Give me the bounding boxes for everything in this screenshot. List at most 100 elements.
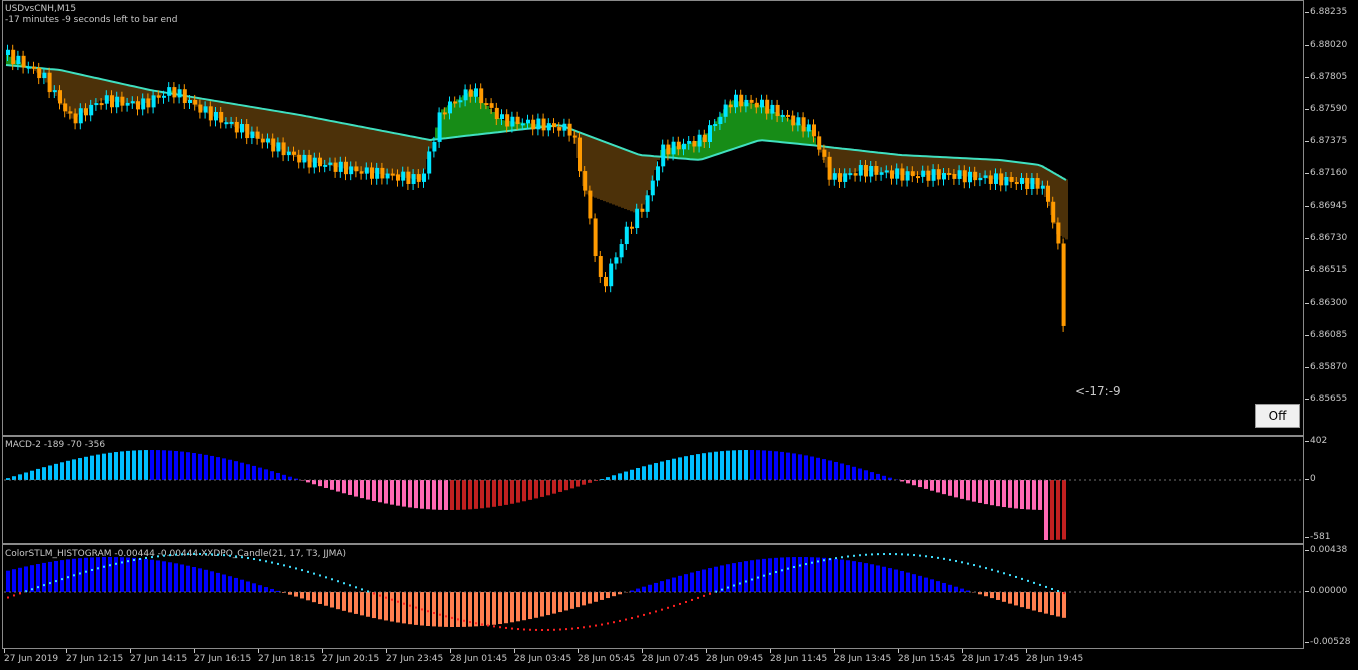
macd-bar xyxy=(270,471,274,480)
ribbon-band xyxy=(300,115,303,160)
candle-body xyxy=(349,166,354,175)
stlm-bar xyxy=(78,558,82,592)
candle-body xyxy=(734,94,738,108)
macd-bar xyxy=(1014,480,1018,509)
ribbon-band xyxy=(639,154,642,209)
stlm-signal-dot xyxy=(283,564,285,567)
stlm-signal-dot xyxy=(643,613,645,616)
candle-body xyxy=(396,174,400,181)
stlm-signal-dot xyxy=(97,567,99,570)
stlm-bar xyxy=(960,588,964,592)
ribbon-band xyxy=(87,76,90,109)
stlm-signal-dot xyxy=(325,576,327,579)
stlm-bar xyxy=(264,587,268,592)
stlm-bar xyxy=(552,592,556,614)
macd-bar xyxy=(528,480,532,500)
stlm-signal-dot xyxy=(253,558,255,561)
ribbon-band xyxy=(618,146,621,207)
ribbon-band xyxy=(423,138,426,170)
macd-bar xyxy=(702,453,706,480)
candle-body xyxy=(697,134,702,147)
off-button[interactable]: Off xyxy=(1255,404,1300,428)
stlm-signal-dot xyxy=(157,555,159,558)
stlm-bar xyxy=(348,592,352,613)
ribbon-band xyxy=(342,123,345,169)
stlm-bar xyxy=(984,592,988,597)
candle-body xyxy=(422,173,426,182)
stlm-bar xyxy=(168,562,172,592)
candle-body xyxy=(645,195,650,212)
stlm-signal-dot xyxy=(547,628,549,631)
stlm-signal-dot xyxy=(1051,587,1053,590)
macd-bar xyxy=(924,480,928,489)
stlm-signal-dot xyxy=(223,554,225,557)
stlm-bar xyxy=(336,592,340,610)
stlm-signal-dot xyxy=(817,560,819,563)
macd-tick: 402 xyxy=(1304,436,1328,446)
stlm-bar xyxy=(870,564,874,592)
stlm-signal-dot xyxy=(73,574,75,577)
candle-body xyxy=(146,98,151,108)
stlm-bar xyxy=(1002,592,1006,602)
stlm-bar xyxy=(990,592,994,599)
stlm-bar xyxy=(60,560,64,592)
candle-body xyxy=(604,276,608,287)
ribbon-band xyxy=(852,149,855,173)
stlm-bar xyxy=(180,564,184,592)
stlm-signal-dot xyxy=(1021,577,1023,580)
ribbon-band xyxy=(648,155,651,190)
candle-body xyxy=(42,72,47,79)
candle-body xyxy=(219,111,224,123)
stlm-bar xyxy=(948,584,952,592)
macd-bar xyxy=(756,450,760,480)
stlm-bar xyxy=(42,562,46,592)
stlm-signal-dot xyxy=(85,570,87,573)
macd-bar xyxy=(150,450,154,480)
stlm-bar xyxy=(318,592,322,604)
macd-bar xyxy=(258,467,262,480)
stlm-signal-dot xyxy=(445,615,447,618)
stlm-bar xyxy=(156,560,160,592)
stlm-signal-dot xyxy=(577,627,579,630)
macd-bar xyxy=(498,480,502,506)
stlm-bar xyxy=(774,557,778,592)
stlm-signal-dot xyxy=(1027,579,1029,582)
stlm-signal-dot xyxy=(763,574,765,577)
candle-body xyxy=(479,88,484,104)
stlm-bar xyxy=(498,592,502,625)
macd-bar xyxy=(342,480,346,494)
stlm-bar xyxy=(240,579,244,592)
stlm-tick: 0.00000 xyxy=(1304,586,1348,596)
ribbon-band xyxy=(741,101,744,147)
stlm-signal-dot xyxy=(175,553,177,556)
stlm-signal-dot xyxy=(691,598,693,601)
stlm-signal-dot xyxy=(355,586,357,589)
stlm-bar xyxy=(18,567,22,592)
stlm-bar xyxy=(426,592,430,626)
candle-body xyxy=(172,87,177,98)
stlm-bar xyxy=(876,565,880,592)
stlm-signal-dot xyxy=(619,619,621,622)
stlm-signal-dot xyxy=(217,553,219,556)
macd-bar xyxy=(1056,480,1060,540)
stlm-bar xyxy=(480,592,484,626)
stlm-signal-dot xyxy=(685,600,687,603)
candle-body xyxy=(266,138,270,143)
stlm-bar xyxy=(564,592,568,611)
candle-body xyxy=(344,161,348,175)
stlm-bar xyxy=(300,592,304,599)
candle-body xyxy=(385,173,390,179)
stlm-signal-dot xyxy=(1009,574,1011,577)
candle-body xyxy=(718,116,723,125)
ribbon-band xyxy=(846,149,849,175)
candle-body xyxy=(666,144,671,155)
macd-bar xyxy=(390,480,394,505)
stlm-bar xyxy=(1032,592,1036,611)
ribbon-band xyxy=(624,149,627,209)
macd-bar xyxy=(228,459,232,480)
macd-bar xyxy=(624,471,628,480)
ribbon-band xyxy=(621,147,624,208)
candle-body xyxy=(73,113,78,124)
stlm-signal-dot xyxy=(439,613,441,616)
candle-body xyxy=(494,107,499,120)
